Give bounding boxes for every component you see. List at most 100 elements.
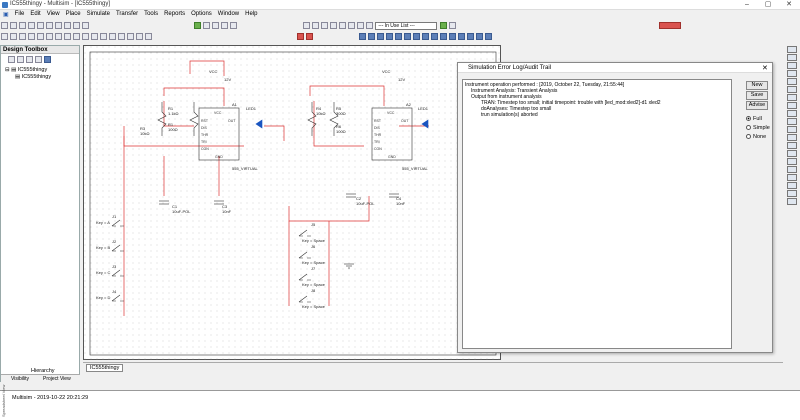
instrument-6-icon[interactable] [403,33,411,40]
instrument-2-icon[interactable] [367,33,375,40]
advise-button[interactable]: Advise [746,101,768,110]
current-probe-icon[interactable] [787,198,797,205]
instrument-13-icon[interactable] [466,33,474,40]
menu-view[interactable]: View [44,10,63,18]
whatsthis-icon[interactable] [449,22,457,29]
mixed-icon[interactable] [73,33,80,40]
grapher-icon[interactable] [329,22,337,29]
ni-icon[interactable] [127,33,134,40]
project-view-tab[interactable]: Project View [43,376,71,382]
menu-reports[interactable]: Reports [161,10,188,18]
menu-options[interactable]: Options [188,10,215,18]
oscilloscope-icon[interactable] [787,70,797,77]
tree-root[interactable]: ⊟ ▤ IC555thingy [1,67,79,74]
toolbox-new-icon[interactable] [8,56,15,63]
menu-file[interactable]: File [12,10,28,18]
schematic-canvas[interactable]: VCC RST DIS THR TRI CON GND OUT VCC RST … [83,45,502,361]
save-button[interactable]: Save [746,91,768,100]
toolbox-save-icon[interactable] [26,56,33,63]
frequency-counter-icon[interactable] [787,94,797,101]
undo-icon[interactable] [73,22,80,29]
misc-icon[interactable] [100,33,107,40]
electromechanical-icon[interactable] [118,33,125,40]
zoom-out-icon[interactable] [212,22,220,29]
close-button[interactable]: ✕ [779,0,799,10]
instrument-12-icon[interactable] [457,33,465,40]
menu-simulate[interactable]: Simulate [84,10,113,18]
menu-transfer[interactable]: Transfer [113,10,141,18]
in-use-list-select[interactable]: --- In Use List --- [375,22,438,30]
multimeter-icon[interactable] [787,46,797,53]
postprocessor-icon[interactable] [338,22,346,29]
print-preview-icon[interactable] [37,22,44,29]
save-icon[interactable] [19,22,26,29]
indicator-icon[interactable] [82,33,89,40]
menu-app-icon[interactable]: ▣ [0,10,12,19]
cut-icon[interactable] [46,22,53,29]
iv-analyzer-icon[interactable] [787,126,797,133]
instrument-1-icon[interactable] [358,33,366,40]
redo-icon[interactable] [82,22,89,29]
design-toolbox-icon[interactable] [302,22,310,29]
zoom-area-icon[interactable] [221,22,229,29]
logic-converter-icon[interactable] [787,110,797,117]
instrument-15-icon[interactable] [484,33,492,40]
toolbox-hier-icon[interactable] [44,56,51,63]
bode-plotter-icon[interactable] [787,86,797,93]
probe-icon[interactable] [297,33,305,40]
copy-icon[interactable] [55,22,62,29]
menu-place[interactable]: Place [63,10,84,18]
tree-child[interactable]: ▤ IC555thingy [1,74,79,81]
instrument-4-icon[interactable] [385,33,393,40]
instrument-10-icon[interactable] [439,33,447,40]
agilent-generator-icon[interactable] [787,158,797,165]
probe2-icon[interactable] [306,33,314,40]
distortion-analyzer-icon[interactable] [787,134,797,141]
instrument-9-icon[interactable] [430,33,438,40]
maximize-button[interactable]: ▢ [758,0,778,10]
agilent-oscilloscope-icon[interactable] [787,174,797,181]
misc-digital-icon[interactable] [64,33,71,40]
fullscreen-icon[interactable] [194,22,202,29]
toolbox-close-icon[interactable] [35,56,42,63]
wattmeter-icon[interactable] [787,62,797,69]
erc-icon[interactable] [347,22,355,29]
radio-none[interactable]: None [746,134,766,140]
paste-icon[interactable] [64,22,71,29]
labview-icon[interactable] [787,190,797,197]
instrument-11-icon[interactable] [448,33,456,40]
radio-simple[interactable]: Simple [746,125,770,131]
menu-tools[interactable]: Tools [141,10,161,18]
zoom-fit-icon[interactable] [230,22,238,29]
minimize-button[interactable]: – [737,0,757,10]
instrument-8-icon[interactable] [421,33,429,40]
instrument-3-icon[interactable] [376,33,384,40]
ultiboard-icon[interactable] [365,22,373,29]
radio-full[interactable]: Full [746,116,762,122]
new-button[interactable]: New [746,81,768,90]
zoom-in-icon[interactable] [203,22,211,29]
function-generator-icon[interactable] [787,54,797,61]
logic-analyzer-icon[interactable] [787,118,797,125]
radio-simple-dot[interactable] [746,125,751,130]
menu-edit[interactable]: Edit [27,10,43,18]
open-icon[interactable] [10,22,17,29]
menu-help[interactable]: Help [242,10,260,18]
toolbox-open-icon[interactable] [17,56,24,63]
capture-icon[interactable] [356,22,364,29]
instrument-5-icon[interactable] [394,33,402,40]
agilent-multimeter-icon[interactable] [787,166,797,173]
print-icon[interactable] [28,22,35,29]
hierarchical-icon[interactable] [136,33,143,40]
instrument-14-icon[interactable] [475,33,483,40]
sim-analyses-icon[interactable] [320,22,328,29]
menu-window[interactable]: Window [215,10,242,18]
rf-icon[interactable] [109,33,116,40]
help-icon[interactable] [440,22,448,29]
instrument-7-icon[interactable] [412,33,420,40]
visibility-tab[interactable]: Visibility [11,376,29,382]
cmos-icon[interactable] [55,33,62,40]
diode-icon[interactable] [19,33,26,40]
bus-icon[interactable] [145,33,152,40]
dialog-close-icon[interactable]: ✕ [762,64,768,72]
